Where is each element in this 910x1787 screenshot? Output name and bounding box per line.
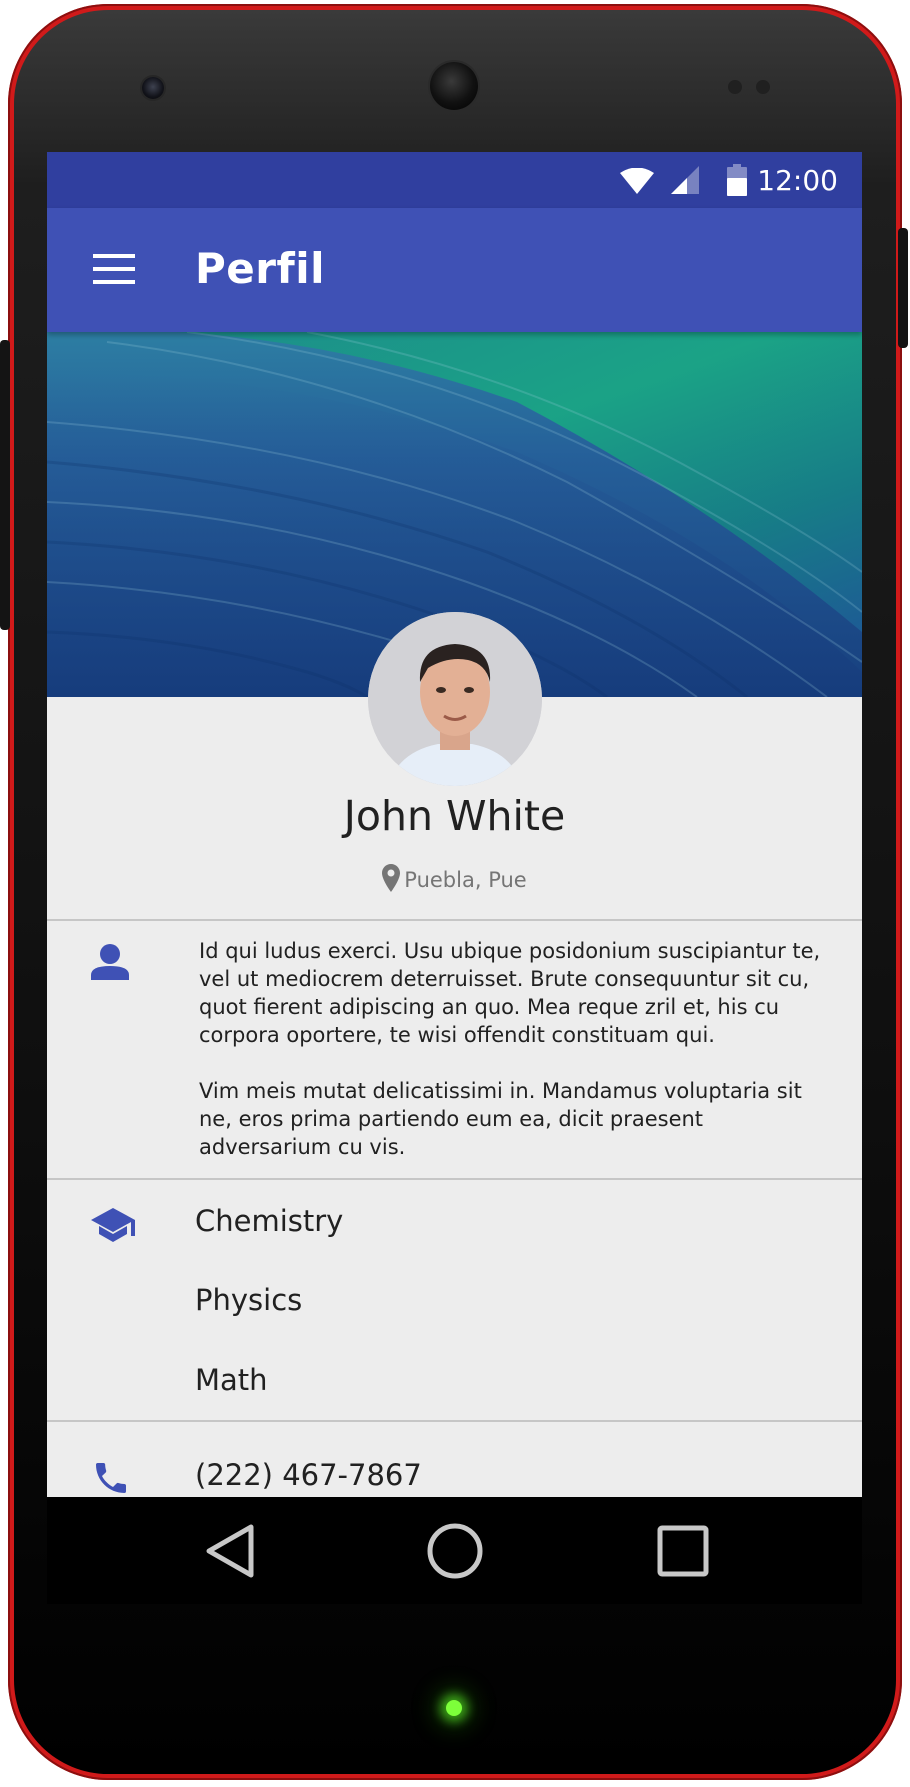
school-icon: [91, 1208, 135, 1249]
battery-icon: [727, 164, 747, 201]
profile-name: John White: [343, 792, 566, 840]
volume-rocker: [0, 340, 10, 630]
subject-item: Physics: [195, 1283, 303, 1317]
front-camera: [142, 77, 164, 99]
notification-led: [446, 1700, 462, 1716]
subject-item: Chemistry: [195, 1204, 344, 1238]
menu-icon[interactable]: [93, 252, 137, 288]
phone-number[interactable]: (222) 467-7867: [195, 1458, 422, 1492]
page-title: Perfil: [195, 244, 326, 293]
earpiece-speaker: [430, 62, 478, 110]
subject-item: Math: [195, 1363, 268, 1397]
divider: [47, 1420, 862, 1422]
map-pin-icon: [382, 864, 401, 897]
navigation-bar: [47, 1497, 862, 1604]
power-button: [898, 228, 908, 348]
person-icon: [91, 944, 129, 985]
divider: [47, 919, 862, 921]
about-paragraph: Vim meis mutat delicatissimi in. Mandamu…: [199, 1079, 802, 1159]
wifi-icon: [620, 167, 654, 199]
home-icon[interactable]: [423, 1519, 487, 1583]
status-bar: 12:00: [47, 152, 862, 208]
avatar: [368, 612, 542, 786]
status-time: 12:00: [757, 164, 838, 197]
screen: 12:00 Perfil John White Puebla, Pue Id q…: [47, 152, 862, 1604]
recents-icon[interactable]: [651, 1519, 715, 1583]
proximity-sensor: [728, 80, 742, 94]
back-icon[interactable]: [199, 1519, 263, 1583]
divider: [47, 1178, 862, 1180]
profile-location: Puebla, Pue: [47, 864, 862, 897]
cellular-signal-icon: [671, 166, 699, 199]
light-sensor: [756, 80, 770, 94]
app-bar: Perfil: [47, 208, 862, 332]
location-label: Puebla, Pue: [404, 868, 527, 892]
about-paragraph: Id qui ludus exerci. Usu ubique posidoni…: [199, 939, 821, 1047]
about-text: Id qui ludus exerci. Usu ubique posidoni…: [199, 937, 839, 1189]
